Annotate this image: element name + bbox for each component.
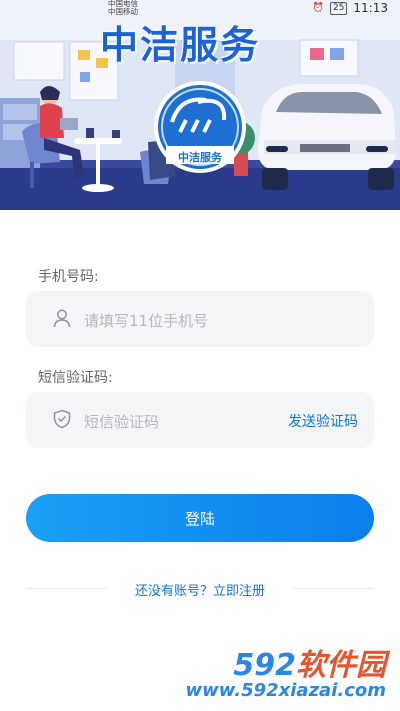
- clock: 11:13: [353, 1, 388, 15]
- status-bar: 中国电信 中国移动 ⏰ 25 11:13: [0, 0, 400, 16]
- watermark-brand: 592软件园: [233, 640, 386, 684]
- alarm-icon: ⏰: [312, 3, 324, 13]
- watermark-number: 592: [233, 648, 296, 683]
- code-label: 短信验证码:: [38, 370, 113, 386]
- send-code-button[interactable]: 发送验证码: [288, 411, 358, 431]
- code-field[interactable]: 短信验证码 发送验证码: [26, 392, 374, 448]
- watermark-cn: 软件园: [296, 648, 386, 683]
- phone-field[interactable]: 请填写11位手机号: [26, 291, 374, 347]
- watermark-url: www.592xiazai.com: [185, 680, 387, 701]
- code-input-placeholder[interactable]: 短信验证码: [84, 411, 159, 432]
- carrier-info: 中国电信 中国移动: [108, 0, 138, 16]
- user-icon: [53, 309, 71, 328]
- register-row: 还没有账号？立即注册: [0, 580, 400, 599]
- status-right: ⏰ 25 11:13: [313, 1, 388, 15]
- shield-icon: [53, 409, 71, 429]
- logo-text: 中洁服务: [178, 151, 222, 164]
- register-link[interactable]: 还没有账号？立即注册: [124, 584, 275, 599]
- app-title: 中洁服务: [100, 23, 261, 67]
- header-banner: 中洁服务 中洁服务: [0, 0, 400, 210]
- login-button[interactable]: 登陆: [26, 494, 374, 542]
- phone-label: 手机号码:: [38, 269, 99, 285]
- battery-icon: 25: [329, 1, 348, 15]
- phone-input-placeholder[interactable]: 请填写11位手机号: [84, 310, 208, 331]
- watermark: 592软件园 www.592xiazai.com: [186, 640, 394, 706]
- carrier-2: 中国移动: [108, 7, 138, 16]
